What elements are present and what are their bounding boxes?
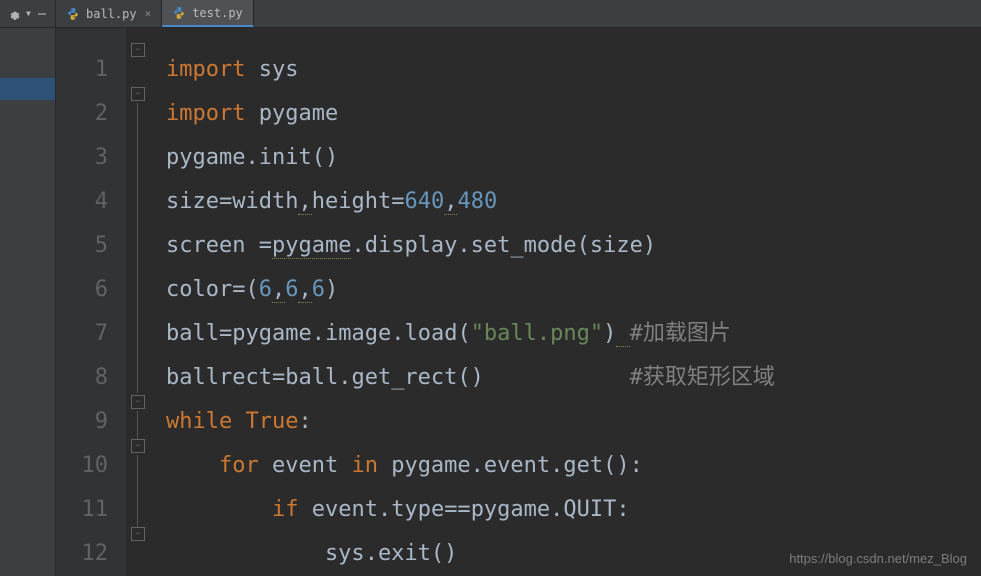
line-number: 4: [56, 180, 126, 224]
gear-icon[interactable]: [8, 7, 22, 21]
line-number: 3: [56, 136, 126, 180]
minimize-icon[interactable]: [35, 7, 49, 21]
line-number: 9: [56, 400, 126, 444]
fold-column: − − − − −: [126, 28, 166, 576]
chevron-down-icon[interactable]: ▼: [26, 9, 31, 18]
tab-test-py[interactable]: test.py: [162, 0, 254, 27]
project-sidebar[interactable]: [0, 28, 56, 576]
fold-line: [137, 103, 138, 393]
code-line[interactable]: import sys: [166, 48, 981, 92]
fold-line: [137, 455, 138, 527]
tab-label: ball.py: [86, 7, 137, 21]
python-icon: [172, 6, 186, 20]
main-area: 1 2 3 4 5 6 7 8 9 10 11 12 − − − − − imp…: [0, 28, 981, 576]
tab-label: test.py: [192, 6, 243, 20]
fold-marker-icon[interactable]: −: [131, 395, 145, 409]
code-line[interactable]: pygame.init(): [166, 136, 981, 180]
code-line[interactable]: screen =pygame.display.set_mode(size): [166, 224, 981, 268]
code-line[interactable]: ball=pygame.image.load("ball.png") #加载图片: [166, 312, 981, 356]
sidebar-selected-item[interactable]: [0, 78, 55, 100]
line-number: 10: [56, 444, 126, 488]
code-line[interactable]: while True:: [166, 400, 981, 444]
code-line[interactable]: import pygame: [166, 92, 981, 136]
line-number: 12: [56, 532, 126, 576]
settings-area: ▼: [0, 0, 56, 27]
editor[interactable]: 1 2 3 4 5 6 7 8 9 10 11 12 − − − − − imp…: [56, 28, 981, 576]
fold-marker-icon[interactable]: −: [131, 43, 145, 57]
close-icon[interactable]: ×: [145, 7, 152, 20]
tab-ball-py[interactable]: ball.py ×: [56, 0, 162, 27]
line-number: 1: [56, 48, 126, 92]
watermark: https://blog.csdn.net/mez_Blog: [789, 551, 967, 566]
code-line[interactable]: if event.type==pygame.QUIT:: [166, 488, 981, 532]
top-bar: ▼ ball.py × test.py: [0, 0, 981, 28]
line-number: 6: [56, 268, 126, 312]
fold-marker-icon[interactable]: −: [131, 527, 145, 541]
fold-line: [137, 411, 138, 439]
fold-marker-icon[interactable]: −: [131, 439, 145, 453]
code-line[interactable]: size=width,height=640,480: [166, 180, 981, 224]
code-line[interactable]: ballrect=ball.get_rect() #获取矩形区域: [166, 356, 981, 400]
python-icon: [66, 7, 80, 21]
line-number: 11: [56, 488, 126, 532]
line-number: 5: [56, 224, 126, 268]
code-line[interactable]: color=(6,6,6): [166, 268, 981, 312]
line-number: 2: [56, 92, 126, 136]
line-number: 8: [56, 356, 126, 400]
tabs-container: ball.py × test.py: [56, 0, 254, 27]
code-line[interactable]: for event in pygame.event.get():: [166, 444, 981, 488]
fold-marker-icon[interactable]: −: [131, 87, 145, 101]
code-content[interactable]: import sysimport pygamepygame.init()size…: [166, 28, 981, 576]
gutter: 1 2 3 4 5 6 7 8 9 10 11 12: [56, 28, 126, 576]
line-number: 7: [56, 312, 126, 356]
